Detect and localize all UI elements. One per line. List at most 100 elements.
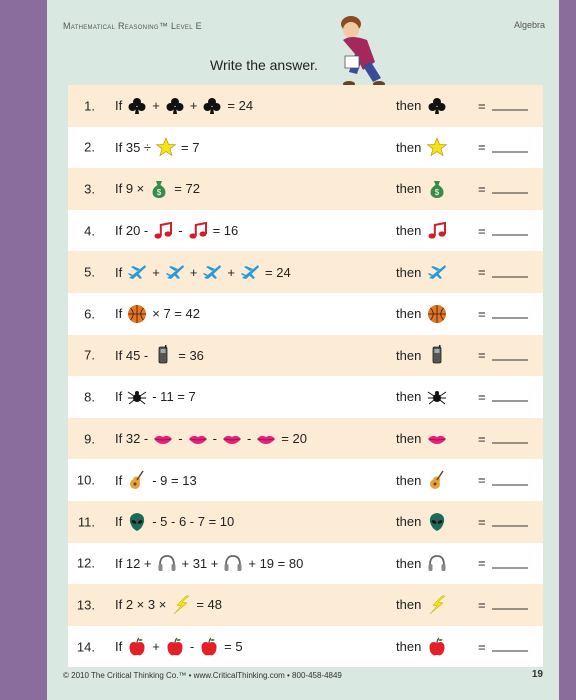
problem-number: 13.: [76, 597, 95, 613]
equation-text: If 45 -: [115, 347, 149, 363]
problem-number: 10.: [76, 472, 95, 488]
answer-blank[interactable]: [491, 558, 528, 569]
club-icon: [202, 96, 222, 116]
equation-text: -: [178, 431, 183, 447]
equals-sign: =: [478, 181, 486, 197]
apple-icon: [165, 637, 185, 657]
note-icon: [427, 221, 447, 241]
guitar-icon: [127, 470, 147, 490]
equation-text: = 24: [227, 98, 254, 114]
equation-text: If: [115, 264, 123, 280]
then-label: then: [396, 264, 422, 280]
answer-blank[interactable]: [491, 642, 528, 652]
equation-text: If 35 ÷: [115, 139, 152, 155]
then-label: then: [396, 306, 422, 322]
then-label: then: [396, 555, 422, 571]
alien-icon: [427, 512, 447, 532]
answer-blank[interactable]: [491, 226, 528, 236]
problem-number: 4.: [84, 223, 95, 239]
worksheet-page: Mathematical Reasoning™ Level E Algebra …: [47, 0, 559, 700]
equation-text: × 7 = 42: [152, 306, 200, 322]
problem-row: 9. If 32 - - - - = 20 then =: [68, 417, 543, 460]
equation-text: +: [152, 639, 160, 655]
answer-area: =: [478, 473, 528, 488]
equation-text: + 19 = 80: [248, 555, 304, 571]
equals-sign: =: [478, 472, 486, 488]
problem-row: 2. If 35 ÷ = 7 then =: [68, 126, 543, 169]
equals-sign: =: [478, 514, 486, 530]
answer-area: =: [478, 140, 528, 155]
equation-text: - 9 = 13: [152, 472, 197, 488]
phone-icon: [153, 345, 173, 365]
problem-number: 11.: [77, 514, 95, 530]
problem-row: 3. If 9 × $ = 72 then $ =: [68, 168, 543, 210]
answer-area: =: [478, 389, 528, 404]
problem-number: 12.: [76, 555, 95, 571]
then-label: then: [396, 223, 422, 239]
moneybag-icon: $: [427, 179, 447, 199]
equation-text: -: [246, 431, 252, 447]
equation-text: = 20: [281, 431, 307, 447]
answer-blank[interactable]: [491, 600, 528, 610]
answer-area: =: [478, 223, 528, 238]
problem-number: 9.: [84, 431, 95, 447]
answer-blank[interactable]: [491, 517, 528, 527]
problem-equation: If + + = 24: [115, 96, 253, 116]
svg-text:$: $: [157, 188, 162, 197]
equation-text: If 2 × 3 ×: [115, 597, 167, 613]
star-icon: [427, 137, 448, 157]
equation-text: +: [227, 264, 236, 280]
answer-blank[interactable]: [491, 475, 528, 486]
club-icon: [427, 96, 447, 116]
then-clause: then: [396, 304, 447, 324]
answer-blank[interactable]: [491, 434, 528, 444]
problem-equation: If 9 × $ = 72: [115, 179, 200, 199]
bolt-icon: [171, 595, 191, 615]
club-icon: [127, 96, 147, 116]
equals-sign: =: [478, 347, 486, 363]
then-clause: then: [396, 637, 447, 657]
answer-blank[interactable]: [491, 309, 528, 319]
equation-text: If: [115, 389, 123, 405]
note-icon: [153, 221, 173, 241]
problem-number: 7.: [84, 347, 95, 363]
equation-text: +: [189, 98, 198, 114]
problem-number: 5.: [84, 264, 95, 280]
then-label: then: [396, 98, 422, 114]
equation-text: -: [178, 223, 183, 239]
then-clause: then: [396, 470, 447, 490]
plane-icon: [202, 262, 222, 282]
ball-icon: [427, 304, 447, 324]
answer-area: =: [478, 265, 528, 280]
answer-blank[interactable]: [491, 350, 528, 361]
equation-text: = 72: [174, 181, 200, 197]
club-icon: [165, 96, 185, 116]
answer-area: =: [478, 556, 528, 571]
then-label: then: [396, 514, 422, 530]
problem-equation: If + + + = 24: [115, 262, 291, 282]
equation-text: If 12 +: [115, 555, 152, 571]
equation-text: = 24: [265, 264, 291, 280]
alien-icon: [127, 512, 147, 532]
then-label: then: [396, 139, 422, 155]
note-icon: [188, 221, 208, 241]
lips-icon: [256, 429, 276, 449]
answer-blank[interactable]: [491, 101, 528, 111]
problem-equation: If + - = 5: [115, 637, 243, 657]
answer-area: =: [478, 348, 528, 363]
then-label: then: [396, 472, 422, 488]
star-icon: [156, 137, 177, 157]
answer-blank[interactable]: [491, 267, 528, 278]
equals-sign: =: [478, 264, 486, 280]
problem-row: 7. If 45 - = 36 then =: [68, 334, 543, 377]
problem-row: 12. If 12 + + 31 + + 19 = 80 then =: [68, 542, 543, 585]
answer-area: =: [478, 431, 528, 446]
problem-row: 10. If - 9 = 13 then =: [68, 459, 543, 501]
then-label: then: [396, 597, 422, 613]
answer-blank[interactable]: [491, 392, 528, 402]
equation-text: If: [115, 306, 123, 322]
answer-area: =: [478, 306, 528, 321]
answer-blank[interactable]: [491, 184, 528, 194]
answer-blank[interactable]: [491, 142, 528, 153]
problem-row: 13. If 2 × 3 × = 48 then =: [68, 584, 543, 626]
